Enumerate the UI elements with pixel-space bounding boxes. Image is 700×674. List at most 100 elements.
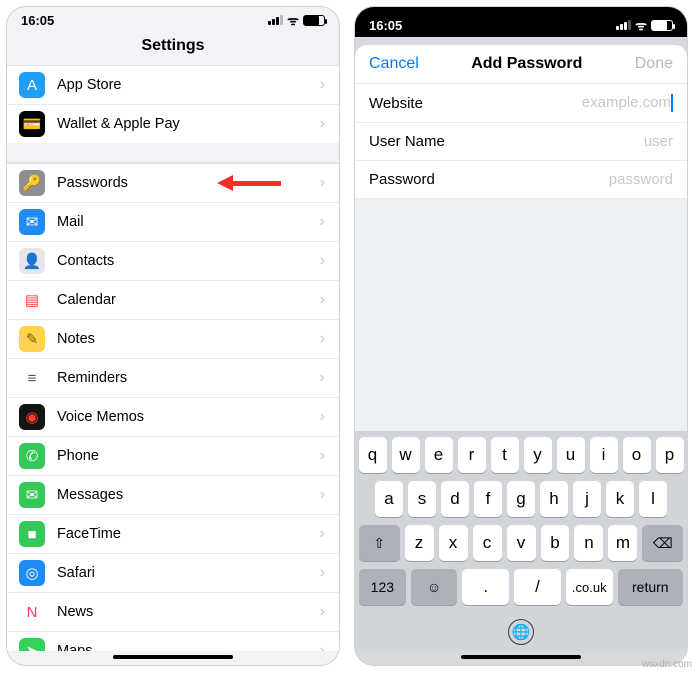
globe-icon[interactable]: 🌐	[508, 619, 534, 645]
key-n[interactable]: n	[574, 525, 603, 561]
phone-icon: ✆	[19, 443, 45, 469]
key-i[interactable]: i	[590, 437, 618, 473]
key-q[interactable]: q	[359, 437, 387, 473]
chevron-right-icon: ›	[320, 369, 325, 387]
add-password-screen: 16:05 ᯤ Cancel Add Password Done Website…	[354, 6, 688, 666]
key-p[interactable]: p	[656, 437, 684, 473]
chevron-right-icon: ›	[320, 642, 325, 651]
field-placeholder: example.com	[479, 94, 673, 112]
emoji-key[interactable]: ☺	[411, 569, 458, 605]
key-w[interactable]: w	[392, 437, 420, 473]
key-l[interactable]: l	[639, 481, 667, 517]
settings-row-notes[interactable]: ✎Notes›	[7, 320, 339, 359]
home-indicator[interactable]	[113, 655, 233, 659]
settings-row-safari[interactable]: ◎Safari›	[7, 554, 339, 593]
field-website[interactable]: Websiteexample.com	[355, 84, 687, 123]
settings-row-contacts[interactable]: 👤Contacts›	[7, 242, 339, 281]
dot-key[interactable]: .	[462, 569, 509, 605]
row-label: Mail	[57, 214, 320, 230]
settings-row-calendar[interactable]: ▤Calendar›	[7, 281, 339, 320]
key-v[interactable]: v	[507, 525, 536, 561]
settings-row-phone[interactable]: ✆Phone›	[7, 437, 339, 476]
signal-icon	[616, 20, 631, 30]
key-a[interactable]: a	[375, 481, 403, 517]
key-t[interactable]: t	[491, 437, 519, 473]
key-z[interactable]: z	[405, 525, 434, 561]
home-indicator[interactable]	[461, 655, 581, 659]
chevron-right-icon: ›	[320, 252, 325, 270]
key-x[interactable]: x	[439, 525, 468, 561]
field-label: Password	[369, 171, 479, 188]
status-icons: ᯤ	[616, 16, 673, 34]
key-f[interactable]: f	[474, 481, 502, 517]
chevron-right-icon: ›	[320, 486, 325, 504]
shift-key[interactable]: ⇧	[359, 525, 400, 561]
key-j[interactable]: j	[573, 481, 601, 517]
row-label: Voice Memos	[57, 409, 320, 425]
field-label: Website	[369, 95, 479, 112]
wallet-apple-pay-icon: 💳	[19, 111, 45, 137]
wifi-icon: ᯤ	[287, 11, 299, 29]
notes-icon: ✎	[19, 326, 45, 352]
settings-row-maps[interactable]: ➤Maps›	[7, 632, 339, 651]
field-placeholder: password	[479, 171, 673, 188]
key-o[interactable]: o	[623, 437, 651, 473]
slash-key[interactable]: /	[514, 569, 561, 605]
status-icons: ᯤ	[268, 11, 325, 29]
reminders-icon: ≡	[19, 365, 45, 391]
status-bar: 16:05 ᯤ	[355, 7, 687, 37]
chevron-right-icon: ›	[320, 291, 325, 309]
modal-title: Add Password	[471, 55, 582, 73]
key-h[interactable]: h	[540, 481, 568, 517]
key-u[interactable]: u	[557, 437, 585, 473]
form-background	[355, 199, 687, 431]
chevron-right-icon: ›	[320, 408, 325, 426]
key-r[interactable]: r	[458, 437, 486, 473]
key-k[interactable]: k	[606, 481, 634, 517]
voice-memos-icon: ◉	[19, 404, 45, 430]
chevron-right-icon: ›	[320, 603, 325, 621]
settings-row-news[interactable]: NNews›	[7, 593, 339, 632]
chevron-right-icon: ›	[320, 525, 325, 543]
row-label: Maps	[57, 643, 320, 651]
field-password[interactable]: Passwordpassword	[355, 161, 687, 199]
text-cursor	[671, 94, 673, 112]
battery-icon	[303, 15, 325, 26]
done-button[interactable]: Done	[635, 55, 673, 73]
settings-row-facetime[interactable]: ■FaceTime›	[7, 515, 339, 554]
messages-icon: ✉︎	[19, 482, 45, 508]
keyboard: qwertyuiop asdfghjkl ⇧zxcvbnm⌫ 123☺./.co…	[355, 431, 687, 651]
facetime-icon: ■	[19, 521, 45, 547]
backspace-key[interactable]: ⌫	[642, 525, 683, 561]
key-s[interactable]: s	[408, 481, 436, 517]
passwords-icon: 🔑	[19, 170, 45, 196]
field-user-name[interactable]: User Nameuser	[355, 123, 687, 161]
settings-row-voice-memos[interactable]: ◉ Voice Memos›	[7, 398, 339, 437]
key-e[interactable]: e	[425, 437, 453, 473]
watermark: wsxdn.com	[642, 659, 692, 670]
cancel-button[interactable]: Cancel	[369, 55, 419, 73]
domain-key[interactable]: .co.uk	[566, 569, 613, 605]
status-bar: 16:05 ᯤ	[7, 7, 339, 31]
settings-row-messages[interactable]: ✉︎ Messages›	[7, 476, 339, 515]
settings-row-reminders[interactable]: ≡ Reminders›	[7, 359, 339, 398]
key-d[interactable]: d	[441, 481, 469, 517]
key-m[interactable]: m	[608, 525, 637, 561]
settings-row-mail[interactable]: ✉︎Mail›	[7, 203, 339, 242]
contacts-icon: 👤	[19, 248, 45, 274]
settings-row-app-store[interactable]: AApp Store›	[7, 66, 339, 105]
return-key[interactable]: return	[618, 569, 683, 605]
numbers-key[interactable]: 123	[359, 569, 406, 605]
key-y[interactable]: y	[524, 437, 552, 473]
row-label: Calendar	[57, 292, 320, 308]
settings-scroll[interactable]: AApp Store›💳Wallet & Apple Pay› 🔑Passwor…	[7, 65, 339, 651]
settings-row-wallet-apple-pay[interactable]: 💳Wallet & Apple Pay›	[7, 105, 339, 143]
key-g[interactable]: g	[507, 481, 535, 517]
row-label: Messages	[57, 487, 320, 503]
row-label: Reminders	[57, 370, 320, 386]
key-b[interactable]: b	[541, 525, 570, 561]
mail-icon: ✉︎	[19, 209, 45, 235]
settings-row-passwords[interactable]: 🔑Passwords›	[7, 164, 339, 203]
row-label: Phone	[57, 448, 320, 464]
key-c[interactable]: c	[473, 525, 502, 561]
